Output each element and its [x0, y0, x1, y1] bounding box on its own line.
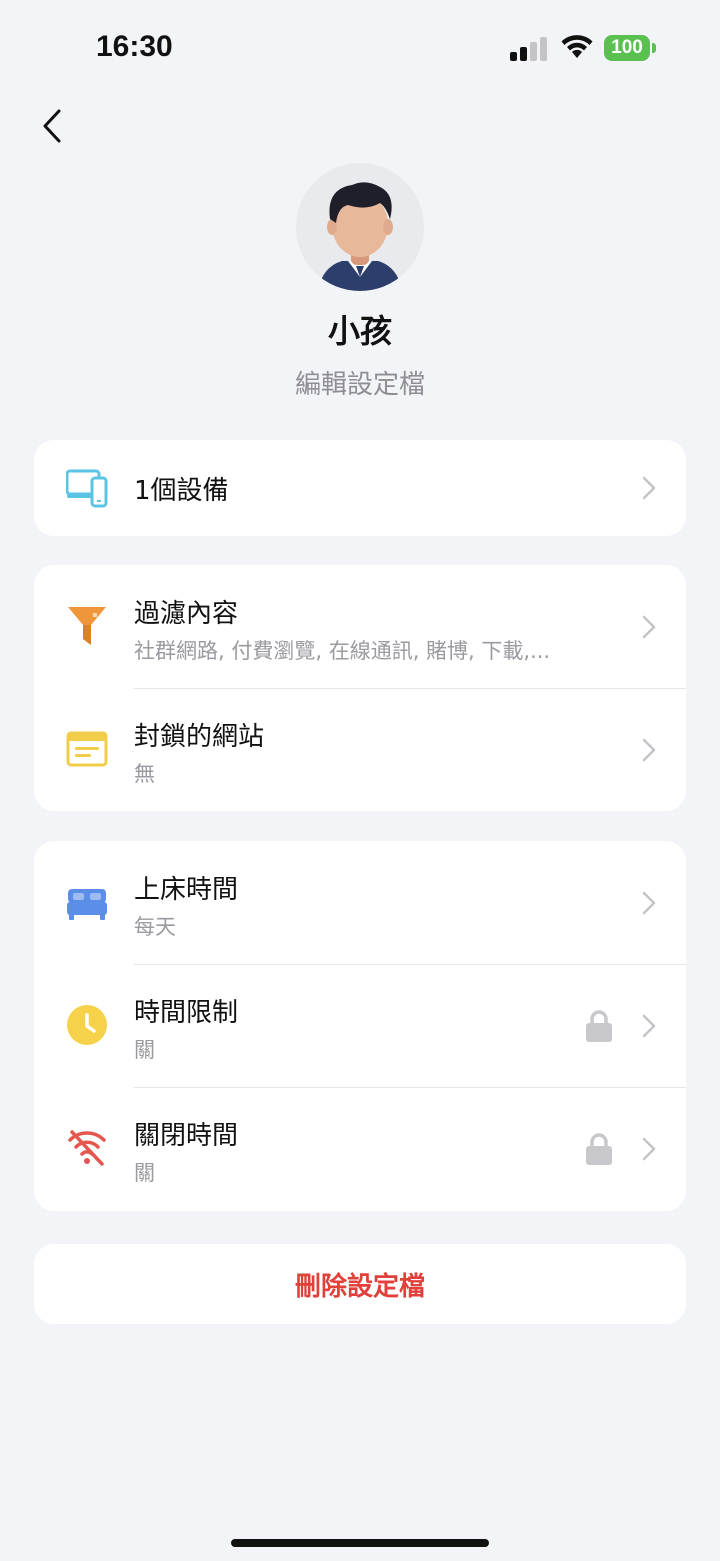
boy-avatar-icon: [296, 163, 424, 291]
chevron-right-icon: [642, 1137, 656, 1161]
chevron-right-icon: [642, 476, 656, 500]
delete-profile-button[interactable]: 刪除設定檔: [34, 1244, 686, 1324]
devices-row[interactable]: 1個設備: [34, 440, 686, 536]
bedtime-row[interactable]: 上床時間 每天: [34, 841, 686, 964]
off-time-title: 關閉時間: [134, 1121, 239, 1151]
battery-level: 100: [611, 37, 643, 58]
home-indicator: [231, 1539, 489, 1547]
blocked-title: 封鎖的網站: [134, 722, 265, 752]
filter-title: 過濾內容: [134, 599, 239, 629]
chevron-right-icon: [642, 615, 656, 639]
status-bar: 16:30 100: [0, 0, 720, 96]
wifi-icon: [561, 35, 593, 58]
clock-icon: [66, 1004, 108, 1046]
status-time: 16:30: [96, 30, 173, 63]
chevron-left-icon: [43, 109, 61, 143]
blocked-subtitle: 無: [134, 762, 155, 786]
time-limit-title: 時間限制: [134, 998, 239, 1028]
profile-name: 小孩: [327, 312, 392, 350]
time-card: 上床時間 每天 時間限制 關 關閉時間 關: [34, 841, 686, 1211]
cellular-signal-icon: [510, 37, 547, 61]
profile-screen: 16:30 100 小孩 編輯設定檔 1個設備 過濾內容 社群網路, 付費瀏覽,…: [0, 0, 720, 1561]
battery-indicator: 100: [604, 35, 650, 61]
back-button[interactable]: [30, 104, 74, 148]
bedtime-title: 上床時間: [134, 875, 239, 905]
devices-card: 1個設備: [34, 440, 686, 536]
wifi-off-icon: [66, 1127, 108, 1169]
devices-icon: [66, 467, 108, 509]
lock-icon: [586, 1133, 612, 1165]
content-card: 過濾內容 社群網路, 付費瀏覽, 在線通訊, 賭博, 下載,... 封鎖的網站 …: [34, 565, 686, 811]
bedtime-subtitle: 每天: [134, 915, 176, 939]
edit-profile-link[interactable]: 編輯設定檔: [0, 364, 720, 401]
chevron-right-icon: [642, 1014, 656, 1038]
off-time-subtitle: 關: [134, 1161, 155, 1185]
battery-cap: [652, 43, 656, 53]
time-limit-row[interactable]: 時間限制 關: [34, 964, 686, 1087]
lock-icon: [586, 1010, 612, 1042]
filter-subtitle: 社群網路, 付費瀏覽, 在線通訊, 賭博, 下載,...: [134, 639, 551, 663]
devices-title: 1個設備: [134, 476, 229, 506]
avatar: [296, 163, 424, 291]
bed-icon: [66, 883, 108, 925]
funnel-icon: [66, 605, 108, 647]
chevron-right-icon: [642, 891, 656, 915]
blocked-sites-row[interactable]: 封鎖的網站 無: [34, 688, 686, 811]
filter-content-row[interactable]: 過濾內容 社群網路, 付費瀏覽, 在線通訊, 賭博, 下載,...: [34, 565, 686, 688]
delete-profile-label: 刪除設定檔: [294, 1271, 425, 1302]
browser-window-icon: [66, 728, 108, 770]
time-limit-subtitle: 關: [134, 1038, 155, 1062]
off-time-row[interactable]: 關閉時間 關: [34, 1087, 686, 1211]
chevron-right-icon: [642, 738, 656, 762]
